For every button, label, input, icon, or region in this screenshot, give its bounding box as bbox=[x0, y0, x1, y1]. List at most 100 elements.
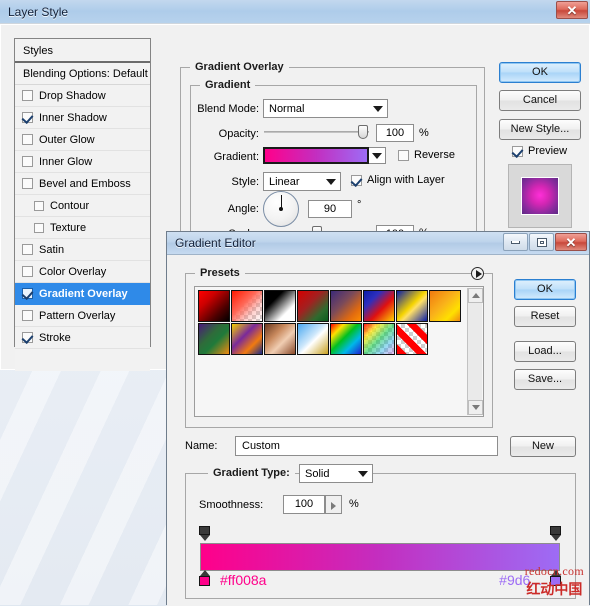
preset-swatch-copper[interactable] bbox=[264, 323, 296, 355]
sidebar-item-satin[interactable]: Satin bbox=[15, 239, 150, 261]
align-with-layer-checkbox-box[interactable] bbox=[351, 174, 362, 186]
styles-list-items: Drop Shadow Inner Shadow Outer Glow Inner G… bbox=[15, 85, 150, 349]
preset-swatch-red-transparent[interactable] bbox=[231, 290, 263, 322]
sidebar-item-gradient-overlay[interactable]: Gradient Overlay bbox=[15, 283, 150, 305]
align-with-layer-checkbox[interactable]: Align with Layer bbox=[351, 174, 445, 186]
minimize-icon[interactable] bbox=[503, 233, 528, 251]
close-glyph: ✕ bbox=[565, 234, 577, 250]
preset-swatch-yellow-violet-orange-blue[interactable] bbox=[231, 323, 263, 355]
opacity-stop-left[interactable] bbox=[198, 526, 211, 541]
style-checkbox[interactable] bbox=[22, 310, 33, 321]
reverse-checkbox[interactable]: Reverse bbox=[398, 149, 455, 161]
gradient-editor-save-button[interactable]: Save... bbox=[514, 369, 576, 390]
sidebar-item-label: Inner Glow bbox=[39, 155, 93, 168]
sidebar-item-stroke[interactable]: Stroke bbox=[15, 327, 150, 349]
sidebar-item-label: Gradient Overlay bbox=[39, 287, 128, 300]
opacity-slider-knob[interactable] bbox=[358, 125, 368, 139]
preset-swatch-black-white[interactable] bbox=[264, 290, 296, 322]
preset-swatch-violet-green-orange[interactable] bbox=[198, 323, 230, 355]
chevron-down-icon bbox=[372, 153, 382, 159]
scroll-up-icon[interactable] bbox=[468, 288, 483, 303]
sidebar-item-texture[interactable]: Texture bbox=[15, 217, 150, 239]
style-preview-swatch bbox=[521, 177, 559, 215]
close-icon[interactable]: ✕ bbox=[555, 233, 587, 251]
gradient-editor-titlebar[interactable]: Gradient Editor ✕ bbox=[167, 232, 589, 255]
presets-scrollbar[interactable] bbox=[467, 288, 483, 415]
sidebar-item-outer-glow[interactable]: Outer Glow bbox=[15, 129, 150, 151]
gradient-type-select[interactable]: Solid bbox=[299, 464, 373, 483]
new-style-button[interactable]: New Style... bbox=[499, 119, 581, 140]
gradient-name-input[interactable]: Custom bbox=[235, 436, 498, 456]
gradient-picker-dropdown[interactable] bbox=[369, 147, 386, 164]
preset-swatch-transparent-rainbow[interactable] bbox=[363, 323, 395, 355]
opacity-value[interactable]: 100 bbox=[376, 124, 414, 142]
gradient-editor-load-button[interactable]: Load... bbox=[514, 341, 576, 362]
styles-list-header: Styles bbox=[15, 39, 150, 63]
style-checkbox[interactable] bbox=[22, 156, 33, 167]
style-checkbox[interactable] bbox=[22, 288, 33, 299]
style-checkbox[interactable] bbox=[22, 90, 33, 101]
chevron-right-icon bbox=[331, 502, 336, 510]
smoothness-stepper[interactable] bbox=[325, 495, 342, 514]
gradient-editor-reset-button[interactable]: Reset bbox=[514, 306, 576, 327]
preset-swatch-violet-orange[interactable] bbox=[330, 290, 362, 322]
preset-swatch-red-green[interactable] bbox=[297, 290, 329, 322]
gradient-editor-ok-button[interactable]: OK bbox=[514, 279, 576, 300]
gradient-preview-bar[interactable] bbox=[263, 147, 369, 164]
style-checkbox[interactable] bbox=[22, 178, 33, 189]
preset-swatch-spectrum[interactable] bbox=[330, 323, 362, 355]
layer-style-titlebar[interactable]: Layer Style ✕ bbox=[0, 0, 590, 23]
reverse-checkbox-box[interactable] bbox=[398, 149, 409, 161]
color-stop-right[interactable] bbox=[549, 570, 562, 586]
sidebar-item-label: Inner Shadow bbox=[39, 111, 107, 124]
style-checkbox[interactable] bbox=[22, 112, 33, 123]
new-gradient-button[interactable]: New bbox=[510, 436, 576, 457]
ok-button[interactable]: OK bbox=[499, 62, 581, 83]
angle-dial[interactable] bbox=[263, 191, 299, 227]
cancel-button[interactable]: Cancel bbox=[499, 90, 581, 111]
sidebar-item-blending-options[interactable]: Blending Options: Default bbox=[15, 63, 150, 85]
style-checkbox[interactable] bbox=[22, 134, 33, 145]
scroll-down-icon[interactable] bbox=[468, 400, 483, 415]
gradient-style-select[interactable]: Linear bbox=[263, 172, 341, 191]
preset-swatch-orange-yellow[interactable] bbox=[429, 290, 461, 322]
sidebar-item-drop-shadow[interactable]: Drop Shadow bbox=[15, 85, 150, 107]
opacity-slider[interactable] bbox=[264, 125, 369, 139]
color-stop-left[interactable] bbox=[198, 570, 211, 586]
sidebar-item-pattern-overlay[interactable]: Pattern Overlay bbox=[15, 305, 150, 327]
maximize-icon[interactable] bbox=[529, 233, 554, 251]
preview-checkbox-box[interactable] bbox=[512, 145, 523, 157]
sidebar-item-inner-shadow[interactable]: Inner Shadow bbox=[15, 107, 150, 129]
preset-swatch-chrome[interactable] bbox=[297, 323, 329, 355]
sidebar-item-color-overlay[interactable]: Color Overlay bbox=[15, 261, 150, 283]
style-checkbox[interactable] bbox=[34, 200, 44, 211]
sidebar-item-contour[interactable]: Contour bbox=[15, 195, 150, 217]
opacity-stop-right[interactable] bbox=[549, 526, 562, 541]
preview-checkbox[interactable]: Preview bbox=[512, 145, 567, 157]
blend-mode-select[interactable]: Normal bbox=[263, 99, 388, 118]
gradient-type-value: Solid bbox=[305, 468, 330, 480]
preset-swatch-transparent-stripes[interactable] bbox=[396, 323, 428, 355]
preset-swatch-red-black[interactable] bbox=[198, 290, 230, 322]
gradient-editor-window-buttons: ✕ bbox=[503, 233, 587, 251]
style-checkbox[interactable] bbox=[22, 266, 33, 277]
smoothness-value[interactable]: 100 bbox=[283, 495, 325, 514]
angle-unit: ° bbox=[357, 199, 362, 211]
styles-list-filler bbox=[15, 349, 150, 371]
opacity-unit: % bbox=[419, 127, 429, 139]
gradient-strip[interactable] bbox=[200, 543, 560, 571]
presets-panel bbox=[194, 286, 484, 417]
preset-swatch-blue-red-yellow[interactable] bbox=[363, 290, 395, 322]
angle-dial-hub bbox=[279, 207, 283, 211]
name-label: Name: bbox=[185, 440, 218, 452]
sidebar-item-bevel-and-emboss[interactable]: Bevel and Emboss bbox=[15, 173, 150, 195]
preset-swatch-blue-yellow-blue[interactable] bbox=[396, 290, 428, 322]
style-checkbox[interactable] bbox=[22, 244, 33, 255]
style-checkbox[interactable] bbox=[22, 332, 33, 343]
sidebar-item-inner-glow[interactable]: Inner Glow bbox=[15, 151, 150, 173]
presets-menu-icon[interactable] bbox=[471, 267, 484, 280]
angle-value[interactable]: 90 bbox=[308, 200, 352, 218]
close-icon[interactable]: ✕ bbox=[556, 1, 588, 19]
style-checkbox[interactable] bbox=[34, 222, 44, 233]
gradient-editor-body: Presets OK Reset Load... Save... Name: C… bbox=[167, 255, 589, 606]
